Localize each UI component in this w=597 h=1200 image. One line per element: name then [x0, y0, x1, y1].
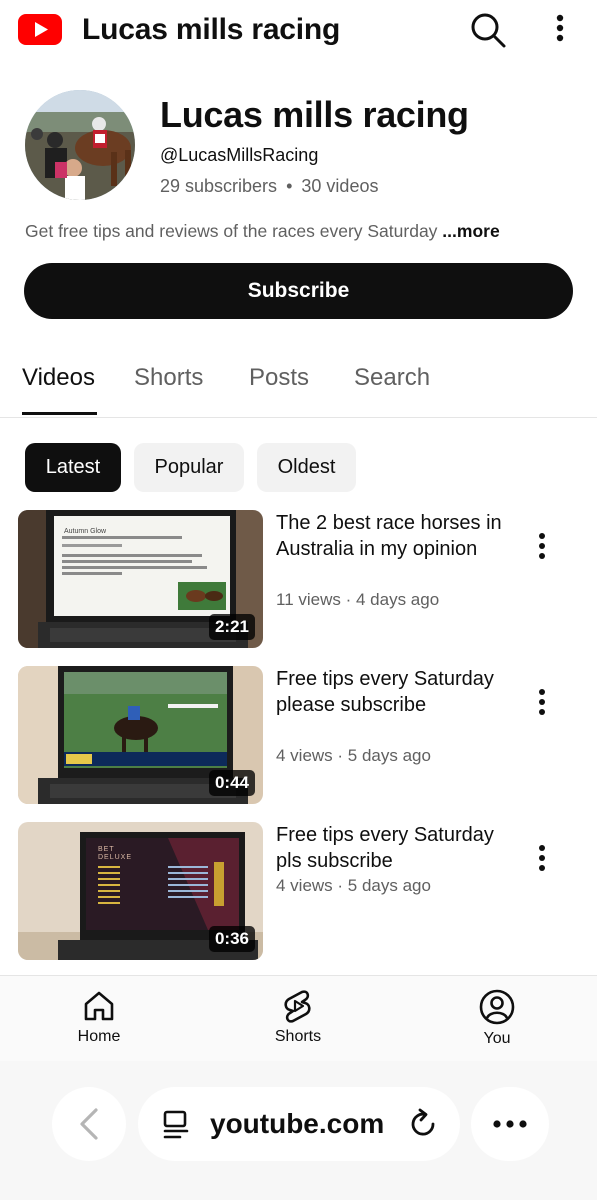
nav-home-label: Home	[77, 1028, 121, 1045]
video-thumbnail[interactable]: BET DELUXE 0:36	[18, 822, 263, 960]
tab-posts[interactable]: Posts	[249, 364, 309, 392]
video-more-icon[interactable]	[530, 840, 554, 880]
shorts-icon	[284, 990, 311, 1023]
video-item[interactable]: BET DELUXE 0:36 Free tips every Saturday…	[0, 822, 597, 962]
subscriber-count: 29 subscribers	[160, 176, 278, 196]
video-duration: 2:21	[208, 614, 255, 640]
tab-shorts[interactable]: Shorts	[134, 364, 203, 392]
video-title[interactable]: The 2 best race horses in Australia in m…	[276, 510, 516, 562]
search-icon[interactable]	[468, 10, 508, 50]
home-icon	[84, 991, 114, 1021]
active-tab-indicator	[22, 412, 97, 415]
video-title[interactable]: Free tips every Saturday pls subscribe	[276, 822, 516, 874]
you-icon	[479, 989, 515, 1025]
chip-latest[interactable]: Latest	[25, 443, 121, 492]
video-item[interactable]: Autumn Glow 2:21 The 2 best race horses …	[0, 510, 597, 650]
thumbnail-caption: BET DELUXE	[98, 846, 133, 861]
channel-name: Lucas mills racing	[160, 94, 469, 135]
chevron-left-icon	[80, 1108, 98, 1140]
channel-description[interactable]: Get free tips and reviews of the races e…	[25, 221, 500, 242]
subscribe-button[interactable]: Subscribe	[24, 263, 573, 319]
description-more-link[interactable]: ...more	[442, 221, 499, 241]
video-thumbnail[interactable]: 0:44	[18, 666, 263, 804]
channel-handle: @LucasMillsRacing	[160, 145, 319, 165]
video-meta: 11 views · 4 days ago	[276, 590, 440, 609]
thumbnail-caption: Autumn Glow	[64, 528, 107, 535]
browser-toolbar: youtube.com	[0, 1061, 597, 1200]
channel-stats: 29 subscribers • 30 videos	[160, 176, 378, 197]
channel-tabs: Videos Shorts Posts Search	[0, 350, 597, 418]
video-meta: 4 views · 5 days ago	[276, 876, 431, 895]
address-bar[interactable]: youtube.com	[138, 1087, 460, 1161]
channel-avatar[interactable]	[25, 90, 135, 200]
nav-home[interactable]: Home	[49, 988, 149, 1046]
browser-menu-button[interactable]	[471, 1087, 549, 1161]
youtube-logo-icon[interactable]	[18, 14, 62, 45]
top-app-bar: Lucas mills racing	[0, 0, 597, 62]
url-text: youtube.com	[210, 1108, 385, 1139]
video-meta: 4 views · 5 days ago	[276, 746, 431, 765]
chip-oldest[interactable]: Oldest	[257, 443, 356, 492]
channel-description-text: Get free tips and reviews of the races e…	[25, 221, 438, 241]
nav-you-label: You	[483, 1030, 511, 1047]
video-more-icon[interactable]	[530, 528, 554, 568]
video-title[interactable]: Free tips every Saturday please subscrib…	[276, 666, 516, 718]
nav-you[interactable]: You	[447, 988, 547, 1048]
nav-shorts-label: Shorts	[274, 1028, 322, 1045]
app-bar-title: Lucas mills racing	[82, 13, 341, 46]
video-thumbnail[interactable]: Autumn Glow 2:21	[18, 510, 263, 648]
stats-separator: •	[286, 176, 293, 196]
bottom-navigation: Home Shorts You	[0, 975, 597, 1061]
browser-back-button[interactable]	[52, 1087, 126, 1161]
more-horiz-icon	[493, 1120, 527, 1128]
video-item[interactable]: 0:44 Free tips every Saturday please sub…	[0, 666, 597, 806]
tab-search[interactable]: Search	[354, 364, 430, 392]
video-duration: 0:36	[208, 926, 255, 952]
more-vert-icon[interactable]	[544, 10, 576, 50]
video-more-icon[interactable]	[530, 684, 554, 724]
nav-shorts[interactable]: Shorts	[248, 988, 348, 1046]
video-count: 30 videos	[301, 176, 379, 196]
chip-popular[interactable]: Popular	[134, 443, 244, 492]
video-duration: 0:44	[208, 770, 255, 796]
page-settings-icon[interactable]	[160, 1109, 192, 1141]
tab-videos[interactable]: Videos	[22, 364, 95, 392]
reload-icon[interactable]	[406, 1107, 440, 1141]
